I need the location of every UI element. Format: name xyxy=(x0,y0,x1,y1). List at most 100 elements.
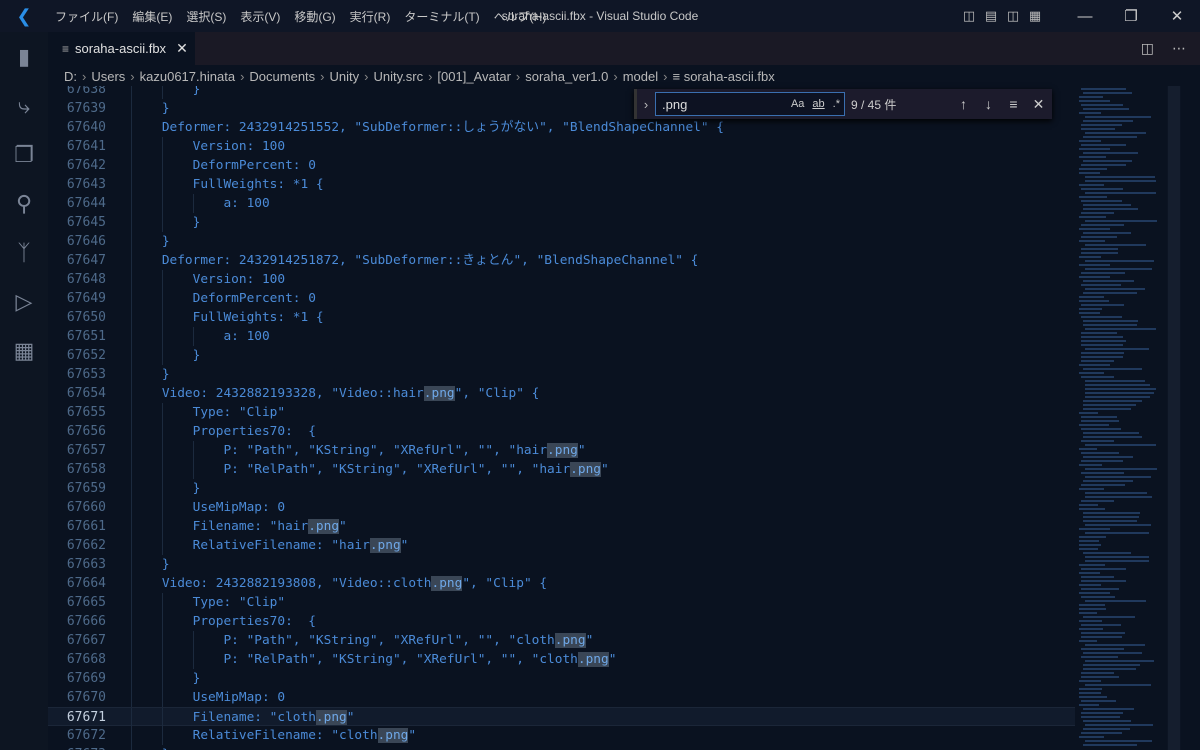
menu-file[interactable]: ファイル(F) xyxy=(48,8,125,25)
line-number: 67645 xyxy=(66,215,106,230)
code-line[interactable]: 67670 UseMipMap: 0 xyxy=(48,688,1075,707)
code-line[interactable]: 67667 P: "Path", "KString", "XRefUrl", "… xyxy=(48,631,1075,650)
minimize-button[interactable]: — xyxy=(1062,8,1108,25)
code-line[interactable]: 67672 RelativeFilename: "cloth.png" xyxy=(48,726,1075,745)
match-case-toggle[interactable]: Aa xyxy=(791,98,804,110)
explorer-icon[interactable]: ❐ xyxy=(0,130,48,179)
minimap-line xyxy=(1079,168,1107,170)
code-line[interactable]: 67661 Filename: "hair.png" xyxy=(48,517,1075,536)
search-icon[interactable]: ⚲ xyxy=(0,179,48,228)
breadcrumb-item[interactable]: model xyxy=(623,69,658,84)
minimap[interactable] xyxy=(1075,86,1167,750)
code-line[interactable]: 67669 } xyxy=(48,669,1075,688)
code-line[interactable]: 67642 DeformPercent: 0 xyxy=(48,156,1075,175)
code-line[interactable]: 67649 DeformPercent: 0 xyxy=(48,289,1075,308)
minimap-line xyxy=(1079,696,1108,698)
close-tab-icon[interactable]: ✕ xyxy=(176,40,188,57)
minimap-line xyxy=(1079,412,1099,414)
code-line[interactable]: 67646 } xyxy=(48,232,1075,251)
code-line[interactable]: 67659 } xyxy=(48,479,1075,498)
minimap-line xyxy=(1085,492,1147,494)
code-line[interactable]: 67650 FullWeights: *1 { xyxy=(48,308,1075,327)
restore-button[interactable]: ❐ xyxy=(1108,7,1154,25)
breadcrumb-item[interactable]: Unity.src xyxy=(373,69,423,84)
breadcrumb-item[interactable]: kazu0617.hinata xyxy=(140,69,235,84)
menu-view[interactable]: 表示(V) xyxy=(233,8,287,25)
split-editor-icon[interactable]: ◫ xyxy=(1141,40,1154,57)
close-find-icon[interactable]: ✕ xyxy=(1026,96,1051,113)
next-match-icon[interactable]: ↓ xyxy=(976,96,1001,112)
whole-word-toggle[interactable]: ab xyxy=(812,98,824,110)
breadcrumb-item[interactable]: [001]_Avatar xyxy=(437,69,510,84)
tab-soraha-ascii[interactable]: ≡ soraha-ascii.fbx ✕ xyxy=(48,32,195,65)
toggle-secondary-sidebar-icon[interactable]: ◫ xyxy=(1002,8,1024,24)
minimap-line xyxy=(1081,624,1122,626)
code-line[interactable]: 67657 P: "Path", "KString", "XRefUrl", "… xyxy=(48,441,1075,460)
code-line[interactable]: 67665 Type: "Clip" xyxy=(48,593,1075,612)
code-editor[interactable]: 67638 } 67639 } 67640 Deformer: 2432914251… xyxy=(48,86,1075,750)
menu-edit[interactable]: 編集(E) xyxy=(125,8,179,25)
minimap-line xyxy=(1085,556,1149,558)
find-input[interactable]: .png Aa ab .* xyxy=(655,92,845,116)
code-line[interactable]: 67645 } xyxy=(48,213,1075,232)
code-line[interactable]: 67671 Filename: "cloth.png" xyxy=(48,707,1075,727)
minimap-line xyxy=(1085,524,1151,526)
customize-layout-icon[interactable]: ▦ xyxy=(1024,8,1046,24)
code-line[interactable]: 67648 Version: 100 xyxy=(48,270,1075,289)
menu-terminal[interactable]: ターミナル(T) xyxy=(397,8,486,25)
minimap-line xyxy=(1079,424,1109,426)
scrollbar-thumb[interactable] xyxy=(1168,86,1180,750)
previous-match-icon[interactable]: ↑ xyxy=(951,96,976,112)
minimap-line xyxy=(1079,736,1104,738)
code-line[interactable]: 67673 } xyxy=(48,745,1075,750)
code-line[interactable]: 67668 P: "RelPath", "KString", "XRefUrl"… xyxy=(48,650,1075,669)
regex-toggle[interactable]: .* xyxy=(833,98,840,110)
line-number: 67644 xyxy=(66,196,106,211)
code-line[interactable]: 67651 a: 100 xyxy=(48,327,1075,346)
code-line[interactable]: 67640 Deformer: 2432914251552, "SubDefor… xyxy=(48,118,1075,137)
breadcrumb-item[interactable]: Users xyxy=(91,69,125,84)
code-line[interactable]: 67644 a: 100 xyxy=(48,194,1075,213)
extensions-icon[interactable]: ▦ xyxy=(0,326,48,375)
minimap-line xyxy=(1079,604,1105,606)
breadcrumb-item[interactable]: soraha_ver1.0 xyxy=(525,69,608,84)
minimap-line xyxy=(1079,680,1102,682)
more-actions-icon[interactable]: ⋯ xyxy=(1172,40,1186,57)
code-line[interactable]: 67666 Properties70: { xyxy=(48,612,1075,631)
code-line[interactable]: 67662 RelativeFilename: "hair.png" xyxy=(48,536,1075,555)
find-in-selection-icon[interactable]: ≡ xyxy=(1001,96,1026,112)
code-line[interactable]: 67654 Video: 2432882193328, "Video::hair… xyxy=(48,384,1075,403)
code-line[interactable]: 67664 Video: 2432882193808, "Video::clot… xyxy=(48,574,1075,593)
code-line[interactable]: 67656 Properties70: { xyxy=(48,422,1075,441)
code-line[interactable]: 67658 P: "RelPath", "KString", "XRefUrl"… xyxy=(48,460,1075,479)
toggle-sidebar-icon[interactable]: ◫ xyxy=(958,8,980,24)
code-line[interactable]: 67663 } xyxy=(48,555,1075,574)
code-line[interactable]: 67652 } xyxy=(48,346,1075,365)
menu-run[interactable]: 実行(R) xyxy=(343,8,398,25)
minimap-line xyxy=(1085,468,1158,470)
code-line[interactable]: 67653 } xyxy=(48,365,1075,384)
code-line[interactable]: 67643 FullWeights: *1 { xyxy=(48,175,1075,194)
minimap-line xyxy=(1081,568,1127,570)
menu-selection[interactable]: 選択(S) xyxy=(179,8,233,25)
breadcrumb-item[interactable]: Documents xyxy=(249,69,315,84)
source-tree-icon[interactable]: ⤷ xyxy=(0,81,48,130)
minimap-line xyxy=(1081,676,1119,678)
notebook-icon[interactable]: ▮ xyxy=(0,32,48,81)
run-debug-icon[interactable]: ▷ xyxy=(0,277,48,326)
toggle-replace-chevron-icon[interactable]: › xyxy=(637,97,655,112)
breadcrumb-item[interactable]: soraha-ascii.fbx xyxy=(684,69,775,84)
menu-help[interactable]: ヘルプ(H) xyxy=(487,8,554,25)
code-line[interactable]: 67647 Deformer: 2432914251872, "SubDefor… xyxy=(48,251,1075,270)
breadcrumb-item[interactable]: D: xyxy=(64,69,77,84)
find-query[interactable]: .png xyxy=(662,97,687,112)
source-control-icon[interactable]: ᛉ xyxy=(0,228,48,277)
code-line[interactable]: 67660 UseMipMap: 0 xyxy=(48,498,1075,517)
code-text: Version: 100 xyxy=(131,139,286,154)
toggle-panel-icon[interactable]: ▤ xyxy=(980,8,1002,24)
menu-go[interactable]: 移動(G) xyxy=(287,8,342,25)
breadcrumb-item[interactable]: Unity xyxy=(330,69,360,84)
code-line[interactable]: 67641 Version: 100 xyxy=(48,137,1075,156)
close-window-button[interactable]: ✕ xyxy=(1154,7,1200,25)
code-line[interactable]: 67655 Type: "Clip" xyxy=(48,403,1075,422)
